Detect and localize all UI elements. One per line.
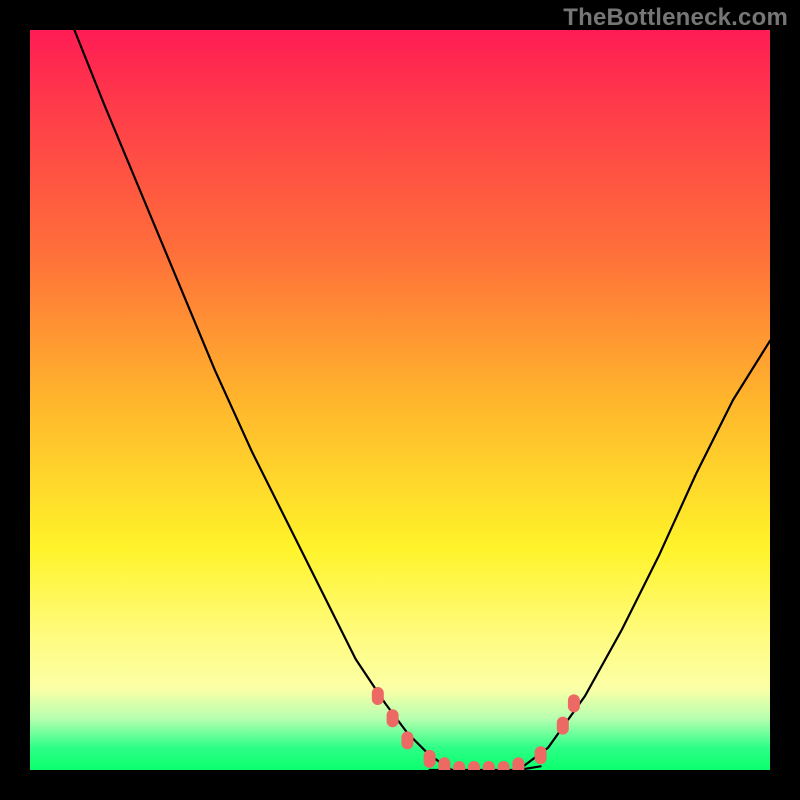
- watermark-text: TheBottleneck.com: [563, 4, 788, 32]
- marker-dot: [483, 761, 495, 770]
- curve-left-curve: [74, 30, 451, 770]
- marker-dot: [401, 731, 413, 749]
- marker-dot: [512, 757, 524, 770]
- marker-dot: [453, 761, 465, 770]
- marker-dot: [557, 717, 569, 735]
- marker-dot: [498, 761, 510, 770]
- marker-dot: [568, 694, 580, 712]
- marker-dot: [372, 687, 384, 705]
- chart-frame: TheBottleneck.com: [0, 0, 800, 800]
- marker-dot: [387, 709, 399, 727]
- plot-area: [30, 30, 770, 770]
- marker-dot: [535, 746, 547, 764]
- curve-right-curve: [518, 341, 770, 770]
- marker-dot: [438, 757, 450, 770]
- marker-dot: [424, 750, 436, 768]
- marker-dot: [468, 761, 480, 770]
- curve-overlay: [30, 30, 770, 770]
